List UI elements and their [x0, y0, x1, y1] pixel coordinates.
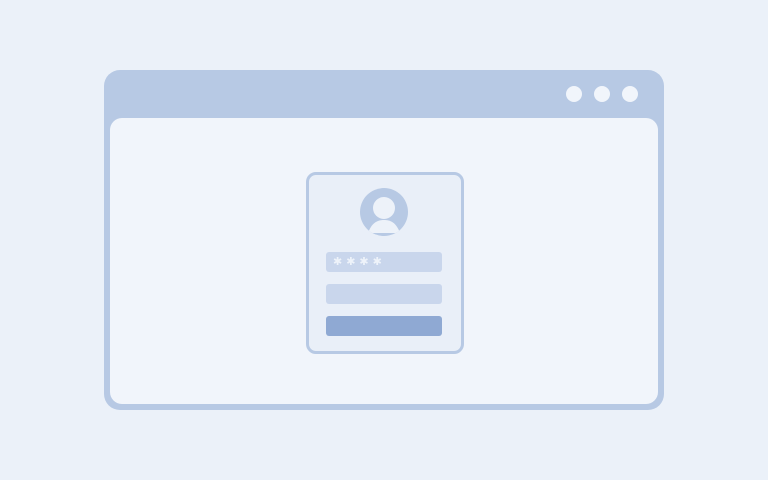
window-control-close[interactable] — [622, 86, 638, 102]
password-field[interactable]: ✱✱✱✱ — [326, 252, 442, 272]
window-control-maximize[interactable] — [594, 86, 610, 102]
username-field[interactable] — [326, 284, 442, 304]
title-bar — [104, 70, 664, 118]
login-button[interactable] — [326, 316, 442, 336]
login-card: ✱✱✱✱ — [306, 172, 464, 354]
window-control-minimize[interactable] — [566, 86, 582, 102]
user-avatar-icon — [360, 188, 408, 236]
password-mask: ✱✱✱✱ — [333, 255, 386, 268]
